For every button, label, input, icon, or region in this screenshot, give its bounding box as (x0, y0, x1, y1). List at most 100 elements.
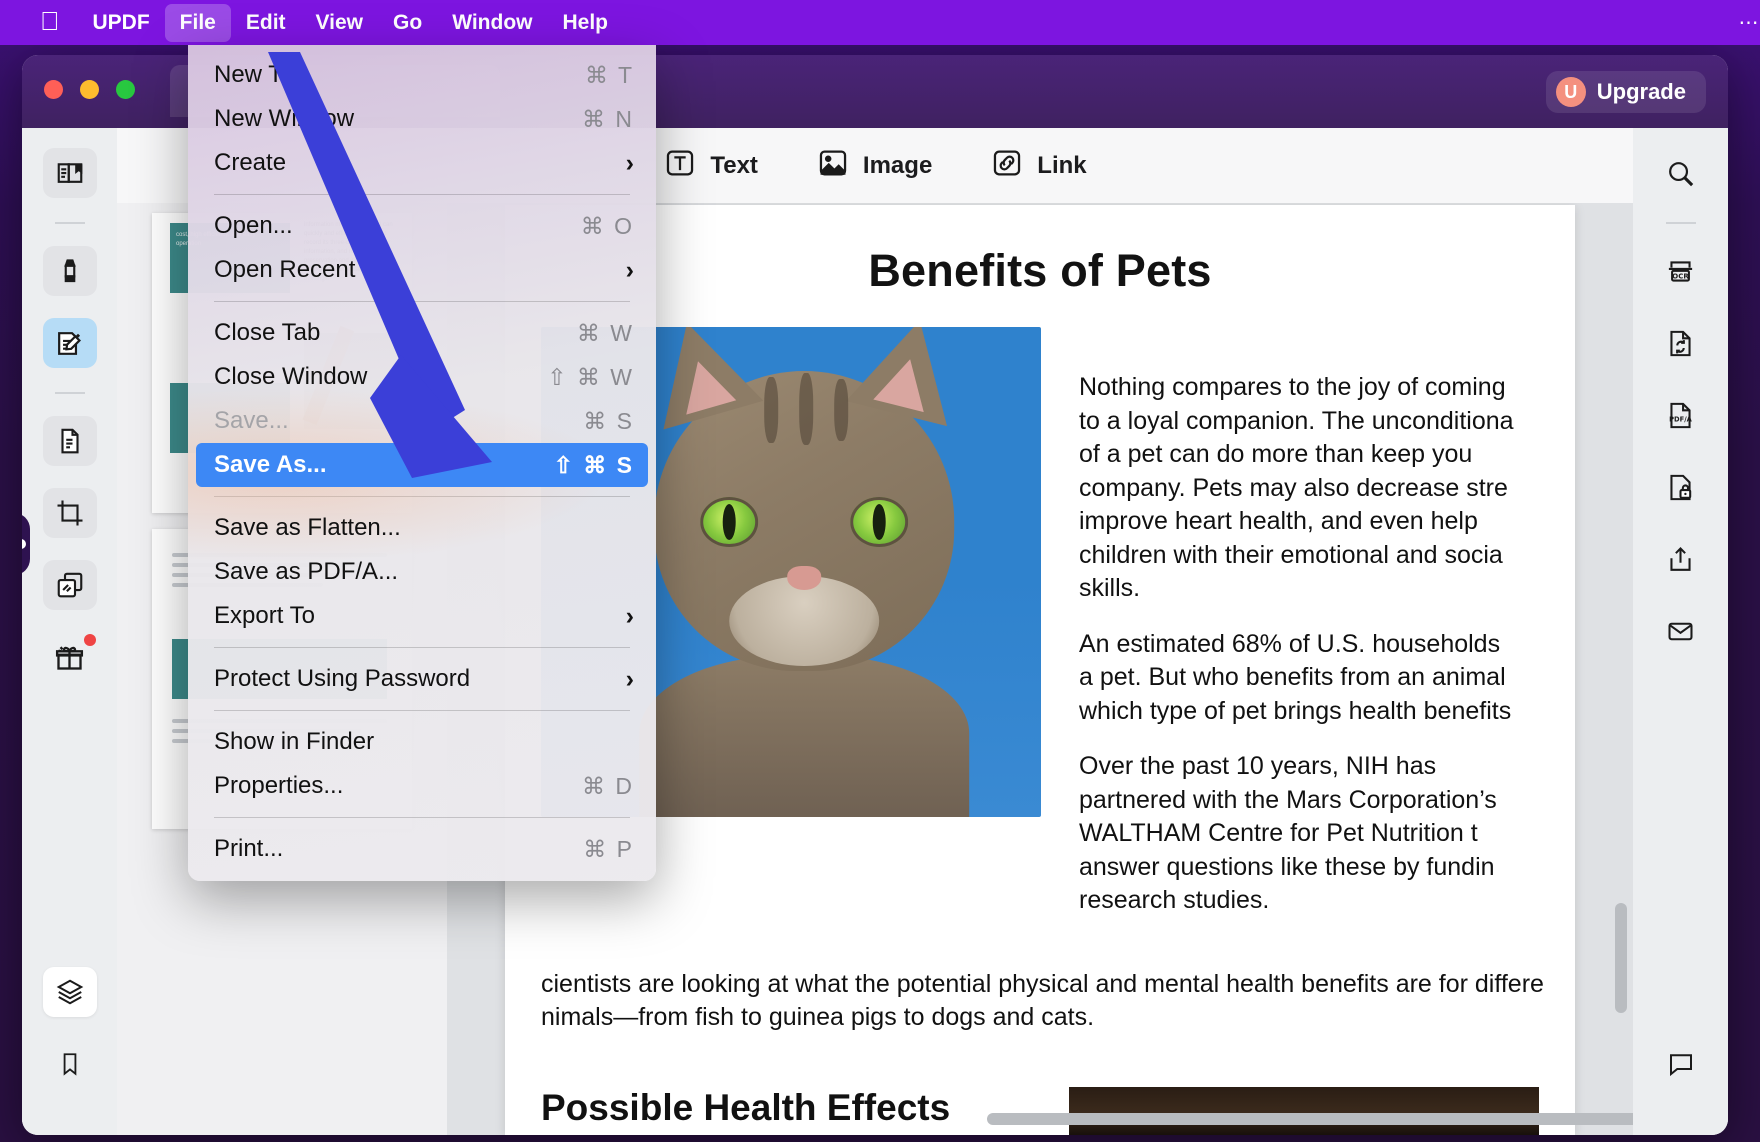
page-row: Nothing compares to the joy of coming to… (505, 327, 1575, 940)
pdf-page[interactable]: Benefits of Pets Nothing compares to the… (505, 205, 1575, 1135)
apple-icon[interactable]:  (34, 8, 78, 38)
menu-item-label: Open Recent (214, 256, 356, 283)
menu-item-show-in-finder[interactable]: Show in Finder (196, 720, 648, 764)
wood-photo[interactable] (1069, 1086, 1539, 1135)
menu-item-shortcut: ⌘ O (580, 212, 634, 239)
svg-text:OCR: OCR (1672, 272, 1689, 280)
sidebar-item-pdfa[interactable]: PDF/A (1654, 390, 1708, 440)
menubar-item-edit[interactable]: Edit (231, 4, 301, 42)
menu-separator (214, 710, 630, 711)
macos-menu-bar:  UPDF File Edit View Go Window Help ⋯ (0, 0, 1760, 45)
upgrade-button[interactable]: U Upgrade (1545, 71, 1706, 113)
toolbar-link-label: Link (1037, 151, 1087, 179)
menu-item-new-tab[interactable]: New Tab ⌘ T (196, 53, 648, 97)
toolbar-image-button[interactable]: Image (816, 146, 932, 185)
batch-icon (55, 570, 85, 600)
close-window-button[interactable] (44, 80, 63, 99)
menubar-item-updf[interactable]: UPDF (78, 4, 165, 42)
menu-item-shortcut: ⌘ S (583, 407, 634, 434)
menu-item-save-as-flatten[interactable]: Save as Flatten... (196, 506, 648, 550)
ocr-icon: OCR (1665, 256, 1696, 287)
menu-item-create[interactable]: Create › (196, 141, 648, 185)
menu-item-properties[interactable]: Properties... ⌘ D (196, 764, 648, 808)
line: a pet. But who benefits from an animal (1079, 663, 1506, 691)
file-dropdown-menu[interactable]: New Tab ⌘ T New Window ⌘ N Create › Open… (188, 45, 656, 881)
toolbar-link-button[interactable]: Link (990, 146, 1087, 185)
menu-item-shortcut: ⌘ D (582, 772, 634, 799)
menu-item-save: Save... ⌘ S (196, 399, 648, 443)
sidebar-item-gift[interactable] (43, 632, 97, 682)
sidebar-item-email[interactable] (1654, 606, 1708, 656)
right-tool-rail: OCR PDF/A (1633, 128, 1728, 1135)
menubar-item-go[interactable]: Go (378, 4, 437, 42)
chevron-right-icon: › (625, 148, 634, 177)
menubar-item-file[interactable]: File (164, 3, 231, 42)
crop-icon (55, 498, 85, 528)
avatar: U (1555, 77, 1586, 107)
sidebar-item-ocr[interactable]: OCR (1654, 246, 1708, 296)
cat-illustration (636, 327, 971, 817)
paragraph-1: Nothing compares to the joy of coming to… (1079, 371, 1539, 606)
menu-item-label: New Tab (214, 61, 307, 88)
menu-item-new-window[interactable]: New Window ⌘ N (196, 97, 648, 141)
menubar-overflow[interactable]: ⋯ (1738, 0, 1760, 45)
sidebar-item-highlighter[interactable] (42, 246, 97, 296)
toolbar-text-button[interactable]: Text (663, 146, 758, 185)
fullwidth-line-2: nimals—from fish to guinea pigs to dogs … (541, 1003, 1095, 1031)
menu-item-save-as-pdfa[interactable]: Save as PDF/A... (196, 550, 648, 594)
menubar-item-view[interactable]: View (301, 4, 378, 42)
minimize-window-button[interactable] (80, 80, 99, 99)
sidebar-item-batch[interactable] (42, 560, 97, 610)
menu-item-open[interactable]: Open... ⌘ O (196, 204, 648, 248)
sidebar-item-edit-pdf[interactable] (42, 318, 97, 368)
menu-item-close-window[interactable]: Close Window ⇧ ⌘ W (196, 355, 648, 399)
share-icon (1665, 544, 1696, 575)
menubar-overflow-icon: ⋯ (1738, 12, 1760, 34)
menu-item-label: Open... (214, 212, 293, 239)
maximize-window-button[interactable] (116, 80, 135, 99)
menu-item-print[interactable]: Print... ⌘ P (196, 827, 648, 871)
line: partnered with the Mars Corporation’s (1079, 785, 1497, 814)
menu-item-label: Protect Using Password (214, 665, 471, 692)
menu-separator (214, 496, 630, 497)
sidebar-item-crop[interactable] (42, 488, 97, 538)
menu-item-label: Show in Finder (214, 728, 375, 755)
sidebar-item-share[interactable] (1654, 534, 1708, 584)
menubar-item-window[interactable]: Window (437, 4, 547, 42)
menu-item-close-tab[interactable]: Close Tab ⌘ W (196, 311, 648, 355)
email-icon (1665, 616, 1696, 647)
sidebar-item-search[interactable] (1654, 148, 1708, 198)
sidebar-item-reader[interactable] (42, 148, 97, 198)
menubar-item-help[interactable]: Help (547, 4, 623, 42)
menu-separator (214, 647, 630, 648)
reader-icon (55, 158, 85, 188)
sidebar-item-convert[interactable] (1654, 318, 1708, 368)
organize-pages-icon (55, 426, 85, 456)
horizontal-scrollbar[interactable] (987, 1113, 1633, 1125)
svg-text:PDF/A: PDF/A (1669, 415, 1693, 423)
menu-separator (214, 301, 630, 302)
sidebar-item-layers[interactable] (42, 967, 97, 1017)
sidebar-item-comment[interactable] (1654, 1039, 1708, 1089)
paragraph-3: Over the past 10 years, NIH has partnere… (1079, 750, 1539, 918)
sidebar-item-protect[interactable] (1654, 462, 1708, 512)
menu-item-label: Save as Flatten... (214, 514, 401, 541)
sidebar-item-bookmark[interactable] (43, 1039, 97, 1089)
vertical-scrollbar[interactable] (1615, 903, 1627, 1013)
edit-pdf-icon (54, 328, 85, 359)
right-rail-divider (1665, 222, 1696, 224)
menu-item-export-to[interactable]: Export To › (196, 594, 648, 638)
line: to a loyal companion. The unconditiona (1079, 406, 1514, 435)
menu-item-protect-using-password[interactable]: Protect Using Password › (196, 657, 648, 701)
menu-item-open-recent[interactable]: Open Recent › (196, 248, 648, 292)
toolbar-text-label: Text (710, 151, 758, 179)
menu-item-shortcut: ⇧ ⌘ S (553, 451, 634, 478)
body-column: Nothing compares to the joy of coming to… (1079, 327, 1539, 940)
link-icon (990, 146, 1024, 185)
menu-item-label: Print... (214, 835, 284, 862)
section-heading: Possible Health Effects (541, 1086, 951, 1128)
sidebar-item-organize-pages[interactable] (42, 416, 97, 466)
line: answer questions like these by fundin (1079, 852, 1495, 881)
menu-item-save-as[interactable]: Save As... ⇧ ⌘ S (196, 443, 648, 487)
line: of a pet can do more than keep you (1079, 440, 1473, 468)
